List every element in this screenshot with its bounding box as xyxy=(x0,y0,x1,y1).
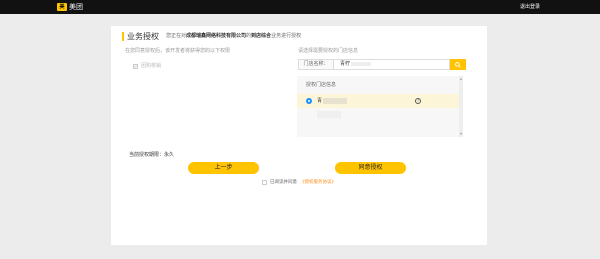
company-name: 成都瑞鑫网络科技有限公司 xyxy=(186,33,247,39)
top-bar: 美 美团 退出登录 xyxy=(0,0,600,14)
permission-label: 团购核销 xyxy=(141,63,162,69)
permission-description: 在您同意授权后，该开发者将获得您的以下权限 xyxy=(125,48,231,54)
page-title: 业务授权 xyxy=(127,32,159,41)
authorization-card: 业务授权 您正在对成都瑞鑫网络科技有限公司的到店综合业务进行授权 在您同意授权后… xyxy=(111,26,487,245)
logo-mark-icon: 美 xyxy=(57,3,67,11)
permission-checkbox-icon: ✓ xyxy=(133,63,138,69)
redacted-text xyxy=(317,111,341,118)
info-icon[interactable]: ? xyxy=(415,98,421,104)
agree-authorize-button[interactable]: 同意授权 xyxy=(335,162,406,174)
business-name: 到店综合 xyxy=(251,33,272,39)
subtitle-suffix: 业务进行授权 xyxy=(271,33,302,39)
agreement-text: 已阅读并同意 xyxy=(270,180,297,185)
redacted-text xyxy=(351,61,372,66)
agreement-link[interactable]: 《授权服务协议》 xyxy=(300,179,336,186)
search-icon xyxy=(455,61,461,68)
title-accent-bar xyxy=(122,32,124,41)
store-list: 授权门店信息 青 ? xyxy=(297,76,463,137)
page-subtitle: 您正在对成都瑞鑫网络科技有限公司的到店综合业务进行授权 xyxy=(166,33,301,40)
agreement-checkbox[interactable] xyxy=(262,180,267,185)
scroll-up-icon[interactable] xyxy=(460,78,462,80)
search-button[interactable] xyxy=(450,59,466,70)
previous-step-button[interactable]: 上一步 xyxy=(188,162,259,174)
meituan-logo[interactable]: 美 美团 xyxy=(57,2,83,12)
permission-item: ✓ 团购核销 xyxy=(133,63,161,70)
store-list-header: 授权门店信息 xyxy=(306,82,337,88)
logo-text: 美团 xyxy=(69,3,83,11)
search-label: 门店名称： xyxy=(298,59,334,70)
store-name: 青 xyxy=(317,97,348,105)
subtitle-prefix: 您正在对 xyxy=(166,33,187,39)
store-description: 请选择需要授权的门店信息 xyxy=(298,48,359,54)
search-value: 青柠 xyxy=(340,61,351,67)
store-row[interactable]: 青 ? xyxy=(297,94,463,108)
search-input[interactable]: 青柠 xyxy=(334,59,450,70)
redacted-text xyxy=(323,97,348,104)
store-search: 门店名称： 青柠 xyxy=(298,59,466,70)
store-radio[interactable] xyxy=(306,98,312,104)
authorization-term: 当前授权期限：永久 xyxy=(129,152,175,158)
agreement-row: 已阅读并同意 《授权服务协议》 xyxy=(262,179,336,186)
store-list-scrollbar[interactable] xyxy=(459,76,463,137)
scroll-down-icon[interactable] xyxy=(460,133,462,135)
logout-link[interactable]: 退出登录 xyxy=(520,3,540,11)
